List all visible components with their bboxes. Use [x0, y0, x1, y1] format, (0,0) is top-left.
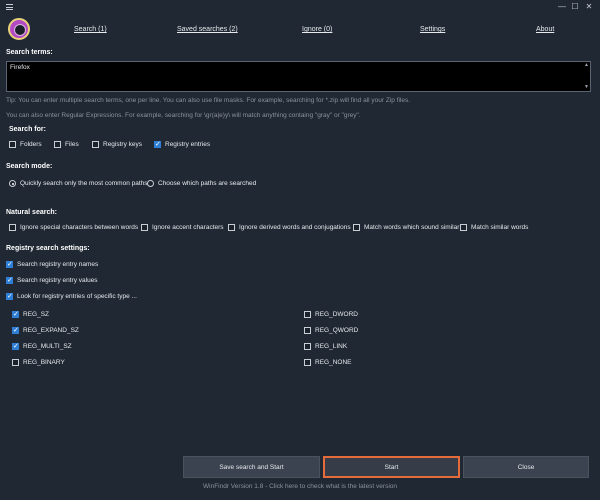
search-for-label: Search for:: [9, 126, 46, 133]
tab-about[interactable]: About: [536, 26, 554, 33]
checkbox[interactable]: [304, 359, 311, 366]
search-terms-input[interactable]: Firefox: [6, 61, 591, 92]
reg-type-sz[interactable]: REG_SZ: [12, 310, 50, 319]
option-label: Registry entries: [165, 141, 211, 148]
reg-type-multi-sz[interactable]: REG_MULTI_SZ: [12, 342, 72, 351]
checkbox[interactable]: [92, 141, 99, 148]
menu-icon[interactable]: [6, 4, 13, 10]
checkbox[interactable]: [304, 327, 311, 334]
registry-settings-label: Registry search settings:: [6, 245, 90, 252]
option-label: Look for registry entries of specific ty…: [17, 293, 137, 300]
reg-type-link[interactable]: REG_LINK: [304, 343, 347, 350]
search-for-folders[interactable]: Folders: [9, 141, 42, 148]
app-logo: [8, 18, 30, 40]
option-label: Search registry entry names: [17, 261, 99, 268]
close-icon[interactable]: ✕: [583, 2, 595, 12]
option-label: REG_LINK: [315, 343, 348, 350]
tab-saved-searches[interactable]: Saved searches (2): [177, 26, 238, 33]
reg-type-dword[interactable]: REG_DWORD: [304, 311, 358, 318]
checkbox[interactable]: [12, 359, 19, 366]
checkbox[interactable]: [12, 310, 19, 319]
checkbox[interactable]: [54, 141, 61, 148]
option-label: Ignore accent characters: [152, 224, 224, 231]
registry-specific-type[interactable]: Look for registry entries of specific ty…: [6, 292, 137, 301]
option-label: REG_NONE: [315, 359, 352, 366]
checkbox[interactable]: [12, 326, 19, 335]
start-button[interactable]: Start: [323, 456, 460, 478]
search-for-registry-keys[interactable]: Registry keys: [92, 141, 142, 148]
search-tip-1: Tip: You can enter multiple search terms…: [6, 97, 411, 104]
reg-type-expand-sz[interactable]: REG_EXPAND_SZ: [12, 326, 79, 335]
search-for-registry-entries[interactable]: Registry entries: [154, 140, 211, 149]
option-label: REG_EXPAND_SZ: [23, 327, 79, 334]
reg-type-none[interactable]: REG_NONE: [304, 359, 351, 366]
tab-search[interactable]: Search (1): [74, 26, 107, 33]
option-label: Quickly search only the most common path…: [20, 180, 148, 187]
natural-similar-words[interactable]: Match similar words: [460, 224, 528, 231]
search-terms-label: Search terms:: [6, 49, 53, 56]
option-label: REG_MULTI_SZ: [23, 343, 72, 350]
registry-search-values[interactable]: Search registry entry values: [6, 276, 98, 285]
natural-search-label: Natural search:: [6, 209, 57, 216]
option-label: REG_BINARY: [23, 359, 65, 366]
tab-ignore[interactable]: Ignore (0): [302, 26, 332, 33]
search-mode-choose[interactable]: Choose which paths are searched: [147, 180, 256, 187]
option-label: REG_QWORD: [315, 327, 359, 334]
scroll-up-icon[interactable]: ▲: [584, 62, 589, 68]
tab-settings[interactable]: Settings: [420, 26, 445, 33]
option-label: Ignore derived words and conjugations: [239, 224, 351, 231]
reg-type-qword[interactable]: REG_QWORD: [304, 327, 358, 334]
checkbox[interactable]: [6, 260, 13, 269]
radio[interactable]: [9, 180, 16, 187]
option-label: Folders: [20, 141, 42, 148]
option-label: Search registry entry values: [17, 277, 98, 284]
option-label: Match similar words: [471, 224, 529, 231]
option-label: Match words which sound similar: [364, 224, 460, 231]
natural-ignore-special[interactable]: Ignore special characters between words: [9, 224, 138, 231]
checkbox[interactable]: [228, 224, 235, 231]
option-label: Files: [65, 141, 79, 148]
minimize-icon[interactable]: —: [556, 2, 568, 12]
search-for-files[interactable]: Files: [54, 141, 79, 148]
checkbox[interactable]: [9, 224, 16, 231]
option-label: REG_SZ: [23, 311, 50, 318]
natural-ignore-derived[interactable]: Ignore derived words and conjugations: [228, 224, 351, 231]
option-label: Registry keys: [103, 141, 143, 148]
checkbox[interactable]: [460, 224, 467, 231]
checkbox[interactable]: [141, 224, 148, 231]
search-mode-label: Search mode:: [6, 163, 53, 170]
natural-ignore-accent[interactable]: Ignore accent characters: [141, 224, 224, 231]
search-mode-quick[interactable]: Quickly search only the most common path…: [9, 180, 148, 187]
natural-sound-similar[interactable]: Match words which sound similar: [353, 224, 459, 231]
checkbox[interactable]: [6, 276, 13, 285]
checkbox[interactable]: [304, 311, 311, 318]
maximize-icon[interactable]: ☐: [569, 2, 581, 12]
registry-search-names[interactable]: Search registry entry names: [6, 260, 99, 269]
checkbox[interactable]: [9, 141, 16, 148]
option-label: REG_DWORD: [315, 311, 358, 318]
save-and-start-button[interactable]: Save search and Start: [183, 456, 320, 478]
option-label: Ignore special characters between words: [20, 224, 139, 231]
checkbox[interactable]: [304, 343, 311, 350]
scroll-down-icon[interactable]: ▼: [584, 84, 589, 90]
version-footer-link[interactable]: WinFindr Version 1.8 - Click here to che…: [0, 483, 600, 490]
option-label: Choose which paths are searched: [158, 180, 257, 187]
reg-type-binary[interactable]: REG_BINARY: [12, 359, 65, 366]
close-button[interactable]: Close: [463, 456, 589, 478]
checkbox[interactable]: [6, 292, 13, 301]
checkbox[interactable]: [12, 342, 19, 351]
checkbox[interactable]: [154, 140, 161, 149]
radio[interactable]: [147, 180, 154, 187]
checkbox[interactable]: [353, 224, 360, 231]
search-tip-2: You can also enter Regular Expressions. …: [6, 112, 361, 119]
